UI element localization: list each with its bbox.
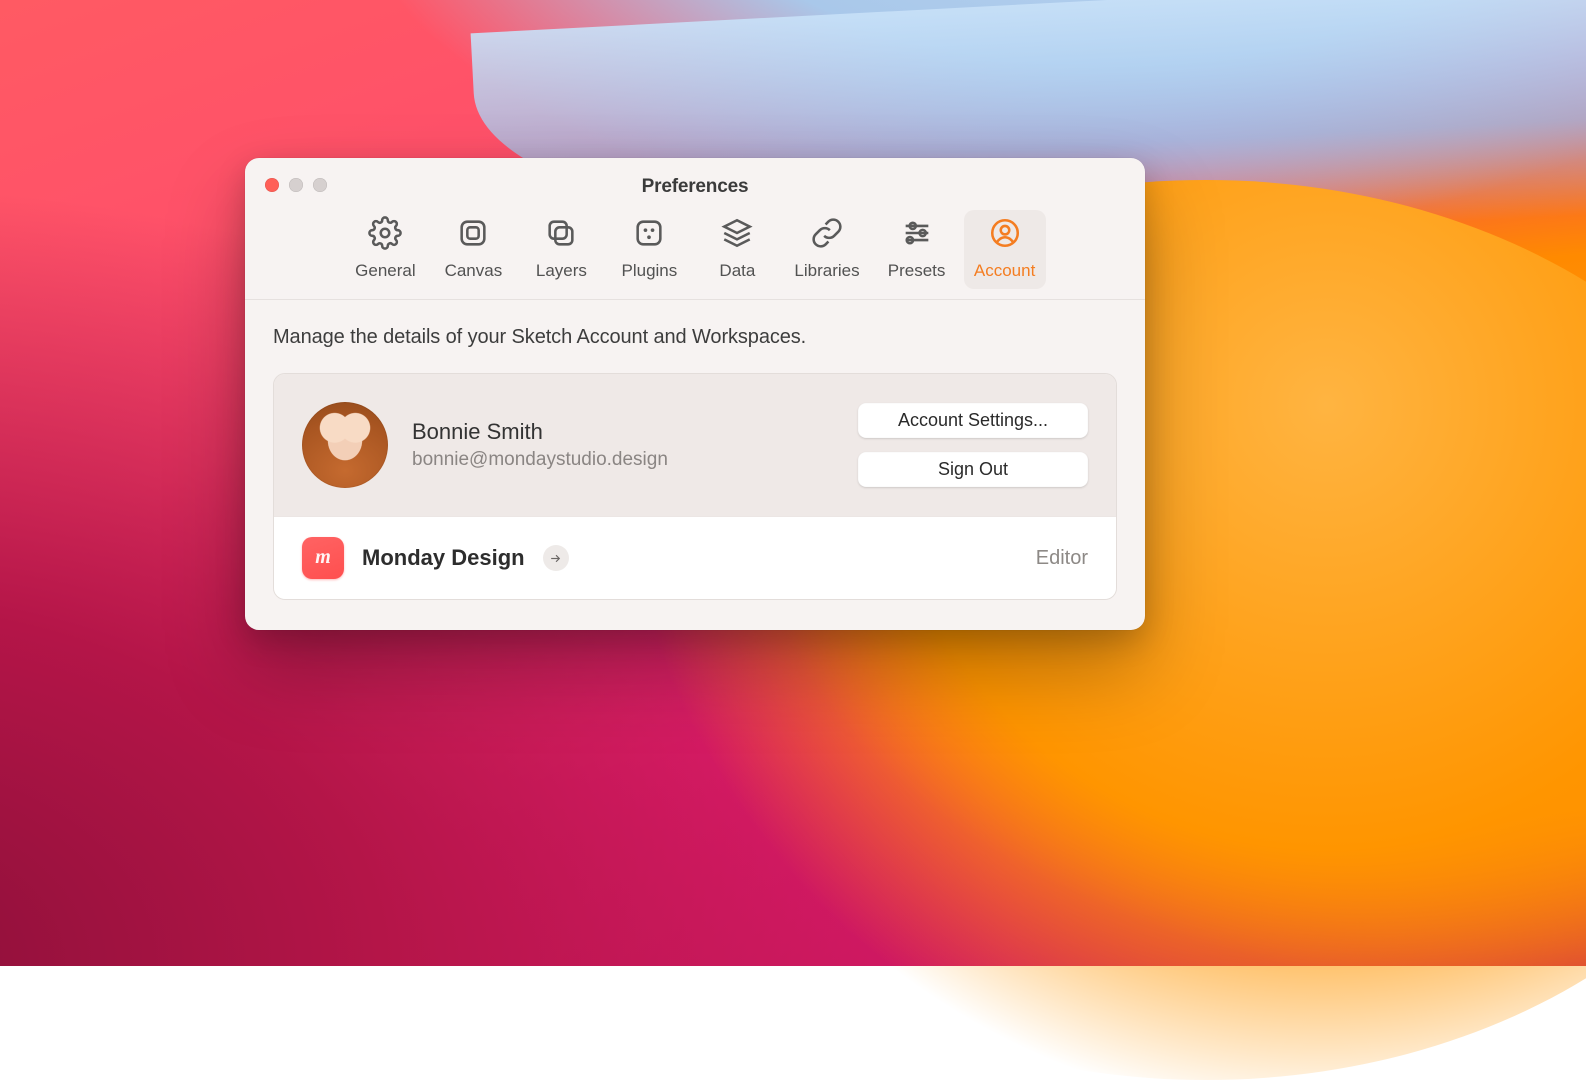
- canvas-icon: [456, 216, 490, 255]
- plugins-icon: [632, 216, 666, 255]
- tab-general[interactable]: General: [344, 210, 426, 289]
- preferences-toolbar: General Canvas Layers Plugins Data: [245, 210, 1145, 300]
- tab-label: Plugins: [622, 261, 678, 281]
- content-area: Manage the details of your Sketch Accoun…: [245, 300, 1145, 630]
- workspace-row[interactable]: m Monday Design Editor: [274, 516, 1116, 599]
- tab-label: Canvas: [445, 261, 503, 281]
- tab-data[interactable]: Data: [696, 210, 778, 289]
- account-settings-button[interactable]: Account Settings...: [858, 403, 1088, 438]
- tab-libraries[interactable]: Libraries: [784, 210, 869, 289]
- workspace-icon: m: [302, 537, 344, 579]
- titlebar: Preferences: [245, 158, 1145, 198]
- account-header: Bonnie Smith bonnie@mondaystudio.design …: [274, 374, 1116, 516]
- tab-canvas[interactable]: Canvas: [432, 210, 514, 289]
- preferences-window: Preferences General Canvas Layers Plug: [245, 158, 1145, 630]
- tab-label: General: [355, 261, 415, 281]
- tab-label: Presets: [888, 261, 946, 281]
- avatar: [302, 402, 388, 488]
- maximize-button[interactable]: [313, 178, 327, 192]
- layers-duplicate-icon: [544, 216, 578, 255]
- link-icon: [810, 216, 844, 255]
- tab-label: Account: [974, 261, 1035, 281]
- sign-out-button[interactable]: Sign Out: [858, 452, 1088, 487]
- tab-layers[interactable]: Layers: [520, 210, 602, 289]
- account-icon: [988, 216, 1022, 255]
- tab-account[interactable]: Account: [964, 210, 1046, 289]
- tab-presets[interactable]: Presets: [876, 210, 958, 289]
- tab-plugins[interactable]: Plugins: [608, 210, 690, 289]
- close-button[interactable]: [265, 178, 279, 192]
- workspace-role: Editor: [1036, 547, 1088, 570]
- sliders-icon: [900, 216, 934, 255]
- tab-label: Layers: [536, 261, 587, 281]
- workspace-name: Monday Design: [362, 545, 525, 571]
- tab-label: Libraries: [794, 261, 859, 281]
- section-description: Manage the details of your Sketch Accoun…: [273, 326, 1117, 349]
- window-title: Preferences: [265, 176, 1125, 198]
- user-name: Bonnie Smith: [412, 419, 834, 445]
- traffic-lights: [265, 178, 327, 192]
- account-card: Bonnie Smith bonnie@mondaystudio.design …: [273, 373, 1117, 600]
- minimize-button[interactable]: [289, 178, 303, 192]
- gear-icon: [368, 216, 402, 255]
- data-stack-icon: [720, 216, 754, 255]
- tab-label: Data: [719, 261, 755, 281]
- user-info: Bonnie Smith bonnie@mondaystudio.design: [412, 419, 834, 471]
- user-email: bonnie@mondaystudio.design: [412, 449, 834, 471]
- arrow-right-icon[interactable]: [543, 545, 569, 571]
- account-actions: Account Settings... Sign Out: [858, 403, 1088, 487]
- workspace-badge-letter: m: [315, 546, 331, 569]
